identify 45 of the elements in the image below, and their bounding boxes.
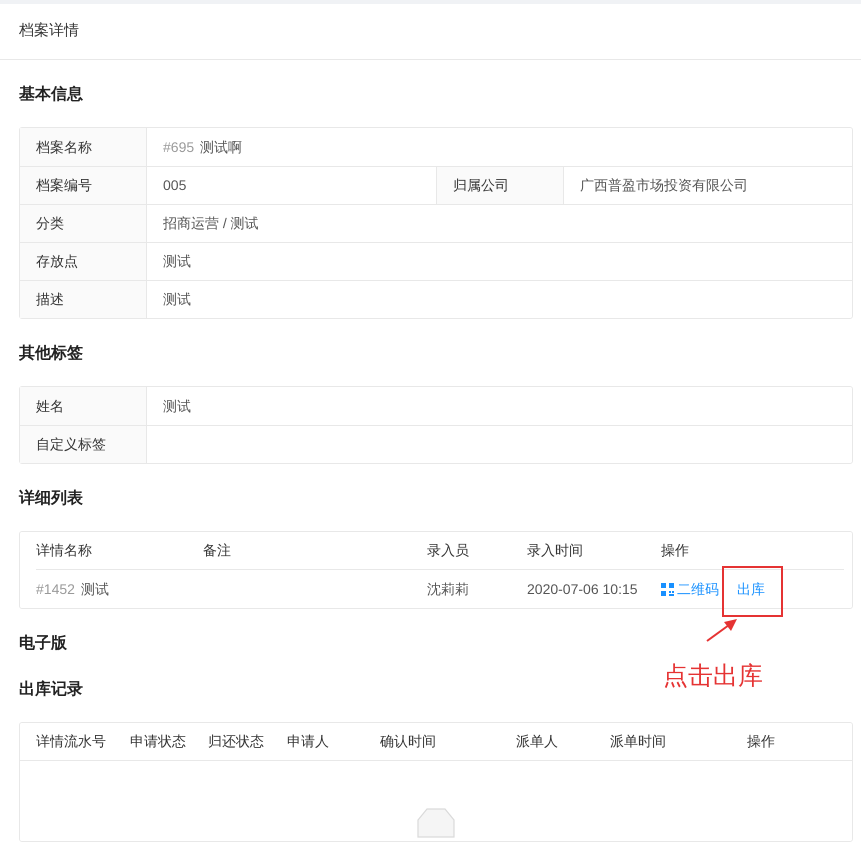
highlight-frame <box>722 566 783 617</box>
column-header: 录入时间 <box>527 541 584 560</box>
column-header: 确认时间 <box>380 732 437 751</box>
section-title: 其他标签 <box>19 344 84 364</box>
field-label: 描述 <box>20 281 147 318</box>
field-value: 测试 <box>162 396 192 416</box>
qrcode-icon <box>661 582 674 596</box>
field-label: 分类 <box>20 205 147 242</box>
section-title: 电子版 <box>19 634 68 654</box>
section-title: 基本信息 <box>19 84 84 105</box>
column-header: 详情流水号 <box>36 732 107 751</box>
column-header: 操作 <box>661 541 690 560</box>
table-cell: 测试 <box>80 580 109 596</box>
page-title: 档案详情 <box>19 21 79 42</box>
annotation-text: 点击出库 <box>663 661 763 691</box>
field-label: 归属公司 <box>437 167 564 204</box>
field-value: 测试 <box>162 252 192 271</box>
table-cell-text: 沈莉莉 <box>427 580 470 598</box>
column-header: 派单人 <box>516 732 559 751</box>
field-label: 档案编号 <box>20 167 147 204</box>
section-title: 详细列表 <box>19 488 84 509</box>
column-header: 申请状态 <box>130 732 187 751</box>
column-header: 操作 <box>747 732 776 751</box>
field-value: 广西普盈市场投资有限公司 <box>579 176 749 195</box>
section-title: 出库记录 <box>19 679 84 700</box>
field-label: 姓名 <box>20 387 147 425</box>
column-header: 申请人 <box>287 732 330 751</box>
record-id: #1452 <box>36 580 75 596</box>
record-id: #695 <box>163 138 194 156</box>
field-label: 自定义标签 <box>20 426 147 463</box>
column-header: 录入员 <box>427 541 470 560</box>
column-header: 详情名称 <box>36 541 93 560</box>
field-value: 招商运营 / 测试 <box>162 214 260 233</box>
column-header: 归还状态 <box>208 732 265 751</box>
outbound-link[interactable]: 出库 <box>737 578 765 600</box>
table-cell-text: 2020-07-06 10:15 <box>527 580 639 598</box>
field-value: 测试 <box>162 290 192 309</box>
field-label: 存放点 <box>20 243 147 280</box>
empty-icon <box>417 808 455 838</box>
field-value: 测试啊 <box>200 138 242 156</box>
field-label: 档案名称 <box>20 128 147 166</box>
column-header: 备注 <box>203 541 232 560</box>
qrcode-link[interactable]: 二维码 <box>661 578 719 600</box>
arrow-icon <box>705 617 739 643</box>
column-header: 派单时间 <box>610 732 667 751</box>
